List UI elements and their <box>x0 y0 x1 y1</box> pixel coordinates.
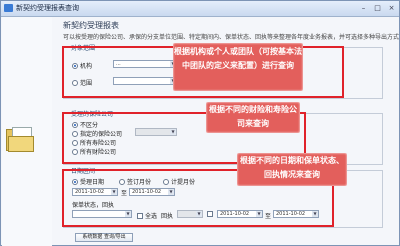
page-title: 新契约受理报表 <box>63 21 119 30</box>
intro-text: 可以按受理的保险公司、承保的分支单位范围、特定期间内、保单状态、回执等来整理各年… <box>63 34 400 41</box>
title-bar: 新契约受理报表查询 – □ × <box>1 1 399 17</box>
folder-icon <box>6 127 34 152</box>
date-callout: 根据不同的日期和保单状态、回执情况来查询 <box>237 153 347 186</box>
left-panel <box>2 17 52 246</box>
scope-callout: 根据机构或个人或团队（可按基本法中团队的定义来配置）进行查询 <box>173 43 303 91</box>
app-window: 新契约受理报表查询 – □ × 新契约受理报表 可以按受理的保险公司、承保的分支… <box>0 0 400 246</box>
main-panel: 新契约受理报表 可以按受理的保险公司、承保的分支单位范围、特定期间内、保单状态、… <box>53 17 399 246</box>
insurer-callout: 根据不同的财险和寿险公司来查询 <box>206 102 300 133</box>
window-title: 新契约受理报表查询 <box>16 4 79 12</box>
maximize-icon[interactable]: □ <box>371 3 384 13</box>
close-icon[interactable]: × <box>385 3 398 13</box>
minimize-icon[interactable]: – <box>357 3 370 13</box>
query-export-button[interactable]: 系统数据 查询/导出 <box>75 233 133 242</box>
app-icon <box>4 4 13 12</box>
